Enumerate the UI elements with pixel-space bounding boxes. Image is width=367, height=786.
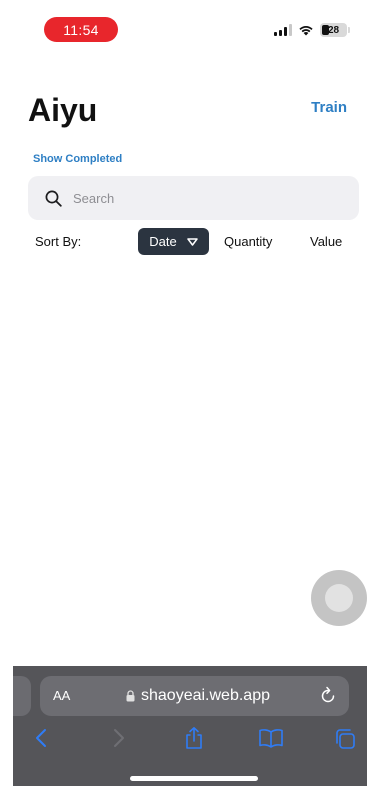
- sort-option-value[interactable]: Value: [310, 234, 342, 249]
- wifi-icon: [299, 26, 313, 36]
- status-icons: 28: [274, 23, 350, 37]
- signal-icon: [274, 24, 292, 36]
- bookmarks-button[interactable]: [258, 728, 284, 753]
- app-screen: 11:54 28 Aiyu Train Show Completed Sort …: [13, 6, 367, 786]
- share-icon: [186, 727, 202, 749]
- page-title: Aiyu: [28, 92, 98, 128]
- tabs-icon: [336, 729, 355, 749]
- forward-button[interactable]: [113, 728, 125, 753]
- url-display[interactable]: shaoyeai.web.app: [126, 687, 270, 705]
- chevron-right-icon: [114, 729, 124, 747]
- back-button[interactable]: [35, 728, 47, 753]
- chevron-left-icon: [36, 729, 46, 747]
- train-button[interactable]: Train: [311, 99, 347, 116]
- lock-icon: [126, 690, 135, 702]
- previous-tab-stub[interactable]: [13, 676, 31, 716]
- show-completed-toggle[interactable]: Show Completed: [33, 153, 122, 165]
- battery-icon: 28: [320, 23, 350, 37]
- search-icon: [45, 190, 62, 207]
- assistive-touch-button[interactable]: [311, 570, 367, 626]
- search-input[interactable]: [73, 190, 333, 206]
- book-icon: [259, 729, 283, 748]
- search-bar[interactable]: [28, 176, 359, 220]
- tabs-button[interactable]: [334, 728, 356, 755]
- sort-option-date[interactable]: Date: [138, 228, 209, 255]
- url-text: shaoyeai.web.app: [141, 687, 270, 704]
- sort-option-quantity[interactable]: Quantity: [224, 234, 272, 249]
- share-button[interactable]: [183, 726, 205, 755]
- status-time: 11:54: [44, 17, 118, 42]
- address-bar[interactable]: AA shaoyeai.web.app: [40, 676, 349, 716]
- browser-toolbar: AA shaoyeai.web.app: [13, 666, 367, 786]
- reader-settings-button[interactable]: AA: [53, 688, 70, 703]
- reload-icon[interactable]: [319, 685, 337, 705]
- browser-nav-row: [13, 726, 367, 758]
- sort-by-label: Sort By:: [35, 234, 82, 249]
- triangle-down-icon: [186, 237, 198, 246]
- battery-level: 28: [327, 24, 340, 36]
- home-indicator: [130, 776, 258, 781]
- sort-option-date-label: Date: [149, 234, 177, 249]
